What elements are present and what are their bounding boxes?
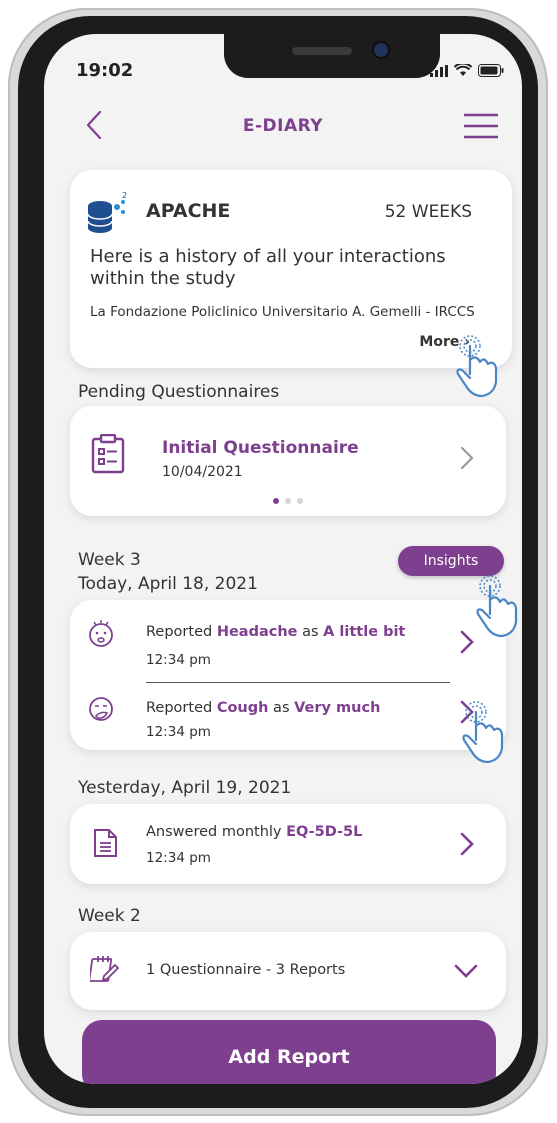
speaker xyxy=(292,47,352,55)
document-icon xyxy=(94,829,117,857)
study-description: Here is a history of all your interactio… xyxy=(90,246,446,289)
report-time: 12:34 pm xyxy=(146,652,211,668)
wifi-icon xyxy=(454,64,472,76)
questionnaire-date: 10/04/2021 xyxy=(162,464,243,480)
report-prefix: Reported xyxy=(146,624,217,640)
row-divider xyxy=(146,682,450,683)
add-report-button[interactable]: Add Report xyxy=(82,1020,496,1084)
chevron-right-icon xyxy=(460,446,474,470)
tap-hand-icon xyxy=(462,701,504,764)
signal-icon xyxy=(430,64,448,77)
week2-label: Week 2 xyxy=(78,906,141,926)
carousel-dot[interactable] xyxy=(297,498,303,504)
answered-time: 12:34 pm xyxy=(146,850,211,866)
page-title: E-DIARY xyxy=(242,116,324,136)
front-camera xyxy=(374,43,388,57)
app-header: E-DIARY xyxy=(44,106,522,146)
chevron-down-icon xyxy=(454,964,478,978)
report-text: Reported Cough as Very much xyxy=(146,700,380,716)
pending-questionnaire-card[interactable]: Initial Questionnaire 10/04/2021 xyxy=(70,406,506,516)
headache-face-icon xyxy=(89,620,113,647)
report-text: Reported Headache as A little bit xyxy=(146,624,405,640)
carousel-dot[interactable] xyxy=(285,498,291,504)
yesterday-day-label: Yesterday, April 19, 2021 xyxy=(78,778,292,798)
week2-card[interactable]: 1 Questionnaire - 3 Reports xyxy=(70,932,506,1010)
answered-text: Answered monthly EQ-5D-5L xyxy=(146,824,362,840)
carousel-dot[interactable] xyxy=(273,498,279,504)
study-card: 2 APACHE 52 WEEKS Here is a history of a… xyxy=(70,170,512,368)
tap-hand-icon xyxy=(456,335,498,398)
report-middle: as xyxy=(268,700,295,716)
status-icons xyxy=(430,64,504,77)
week3-card: Reported Headache as A little bit 12:34 … xyxy=(70,600,506,750)
week2-summary: 1 Questionnaire - 3 Reports xyxy=(146,962,346,978)
pending-section-label: Pending Questionnaires xyxy=(78,382,280,402)
questionnaire-title: Initial Questionnaire xyxy=(162,438,359,458)
chevron-right-icon xyxy=(460,630,474,654)
report-level: Very much xyxy=(294,700,381,716)
battery-icon xyxy=(478,64,504,77)
report-level: A little bit xyxy=(323,624,406,640)
answered-questionnaire: EQ-5D-5L xyxy=(286,824,363,840)
study-name: APACHE xyxy=(146,200,231,222)
notes-edit-icon xyxy=(90,956,120,982)
status-time: 19:02 xyxy=(76,60,134,81)
cough-face-icon xyxy=(89,697,113,721)
study-institution: La Fondazione Policlinico Universitario … xyxy=(90,304,475,320)
report-symptom: Headache xyxy=(216,624,298,640)
week3-label: Week 3 xyxy=(78,550,141,570)
carousel-dots xyxy=(70,498,506,504)
phone-screen: 19:02 E-DIARY 2 APACHE 52 WEEKS Here is … xyxy=(44,34,522,1084)
study-weeks: 52 WEEKS xyxy=(384,202,472,222)
database-icon: 2 xyxy=(87,192,127,233)
report-middle: as xyxy=(297,624,324,640)
chevron-right-icon xyxy=(460,832,474,856)
report-symptom: Cough xyxy=(216,700,269,716)
week3-day-label: Today, April 18, 2021 xyxy=(78,574,258,594)
notch xyxy=(224,34,440,78)
hamburger-menu-icon[interactable] xyxy=(464,112,498,140)
report-prefix: Reported xyxy=(146,700,217,716)
clipboard-icon xyxy=(91,434,125,474)
svg-text:2: 2 xyxy=(122,192,127,200)
report-time: 12:34 pm xyxy=(146,724,211,740)
yesterday-card[interactable]: Answered monthly EQ-5D-5L 12:34 pm xyxy=(70,804,506,884)
tap-hand-icon xyxy=(476,575,518,638)
answered-prefix: Answered monthly xyxy=(146,824,287,840)
